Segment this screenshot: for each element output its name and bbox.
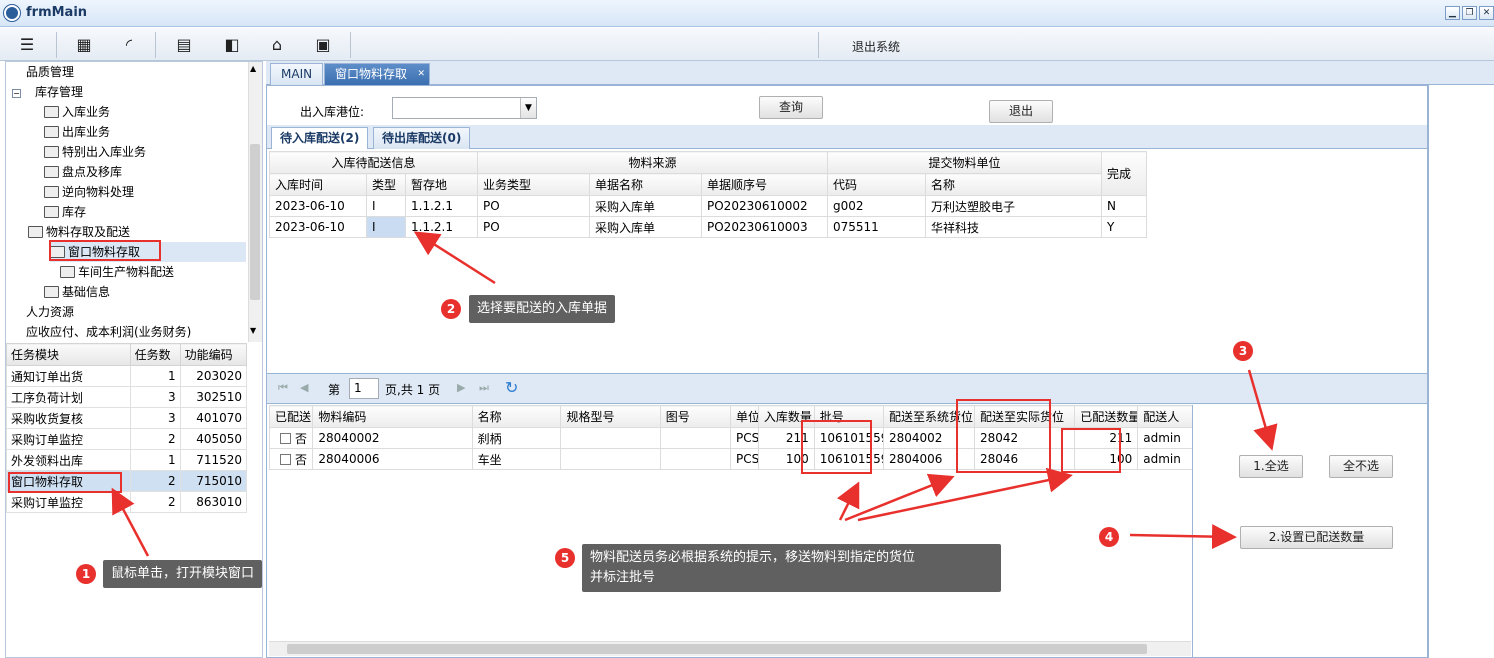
arrow-2 — [413, 231, 496, 285]
arrow-4 — [1129, 524, 1237, 550]
step-badge-3: 3 — [1233, 341, 1253, 361]
arrow-5c — [857, 467, 1073, 522]
arrow-3 — [1247, 369, 1278, 451]
step-badge-4: 4 — [1099, 527, 1119, 547]
arrow-5b — [844, 473, 955, 522]
callout-1: 鼠标单击，打开模块窗口 — [103, 560, 263, 588]
callout-5: 物料配送员务必根据系统的提示，移送物料到指定的货位 并标注批号 — [582, 544, 1001, 592]
step-badge-2: 2 — [441, 299, 461, 319]
callout-2: 选择要配送的入库单据 — [469, 295, 616, 323]
callout-5-line1: 物料配送员务必根据系统的提示，移送物料到指定的货位 — [590, 550, 916, 565]
arrow-1 — [111, 487, 150, 557]
step-badge-5: 5 — [555, 548, 575, 568]
callout-5-line2: 并标注批号 — [590, 570, 656, 585]
step-badge-1: 1 — [76, 564, 96, 584]
